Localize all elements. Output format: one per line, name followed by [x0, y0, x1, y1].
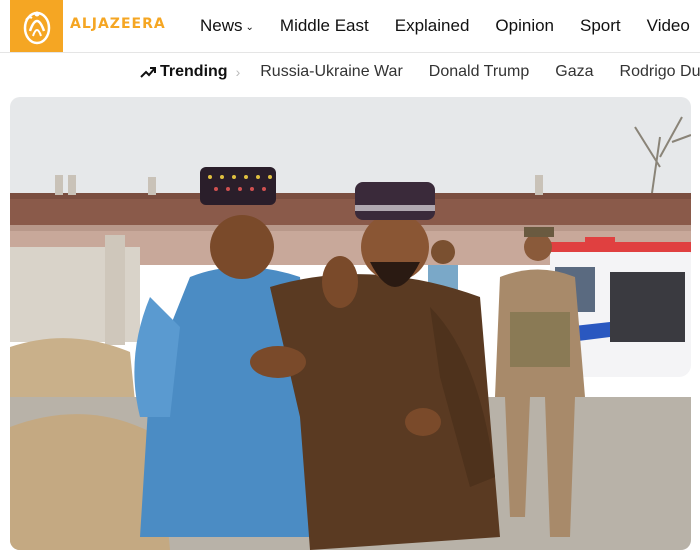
aljazeera-logo[interactable]: [10, 0, 63, 52]
aljazeera-emblem-icon: [23, 11, 50, 45]
site-header: ALJAZEERA News ⌄ Middle East Explained O…: [0, 0, 700, 53]
chevron-right-icon: ›: [235, 64, 241, 80]
nav-item-label: Opinion: [495, 16, 555, 35]
trending-label: Trending: [160, 63, 228, 80]
trending-link-rodrigo-duterte[interactable]: Rodrigo Duterte: [620, 63, 700, 81]
news-photo: [10, 97, 691, 550]
nav-item-middle-east[interactable]: Middle East: [280, 16, 369, 36]
main-nav: News ⌄ Middle East Explained Opinion Spo…: [200, 0, 700, 52]
hero-image[interactable]: [10, 97, 691, 550]
trending-up-icon: [140, 67, 156, 78]
nav-item-sport[interactable]: Sport: [580, 16, 621, 36]
trending-heading: Trending: [140, 63, 228, 81]
trending-link-gaza[interactable]: Gaza: [555, 63, 593, 81]
chevron-down-icon: ⌄: [245, 22, 254, 33]
nav-item-label: Sport: [580, 16, 621, 35]
nav-item-news[interactable]: News ⌄: [200, 16, 254, 36]
trending-link-donald-trump[interactable]: Donald Trump: [429, 63, 530, 81]
nav-item-label: Explained: [394, 16, 470, 35]
nav-item-opinion[interactable]: Opinion: [495, 16, 554, 36]
nav-item-explained[interactable]: Explained: [395, 16, 470, 36]
trending-bar: Trending › Russia-Ukraine War Donald Tru…: [0, 53, 700, 91]
nav-item-label: Video: [646, 16, 690, 35]
trending-link-russia-ukraine-war[interactable]: Russia-Ukraine War: [260, 63, 403, 81]
nav-item-video[interactable]: Video: [647, 16, 690, 36]
nav-item-label: News: [200, 16, 243, 35]
brand-name[interactable]: ALJAZEERA: [70, 16, 166, 32]
nav-item-label: Middle East: [279, 16, 369, 35]
